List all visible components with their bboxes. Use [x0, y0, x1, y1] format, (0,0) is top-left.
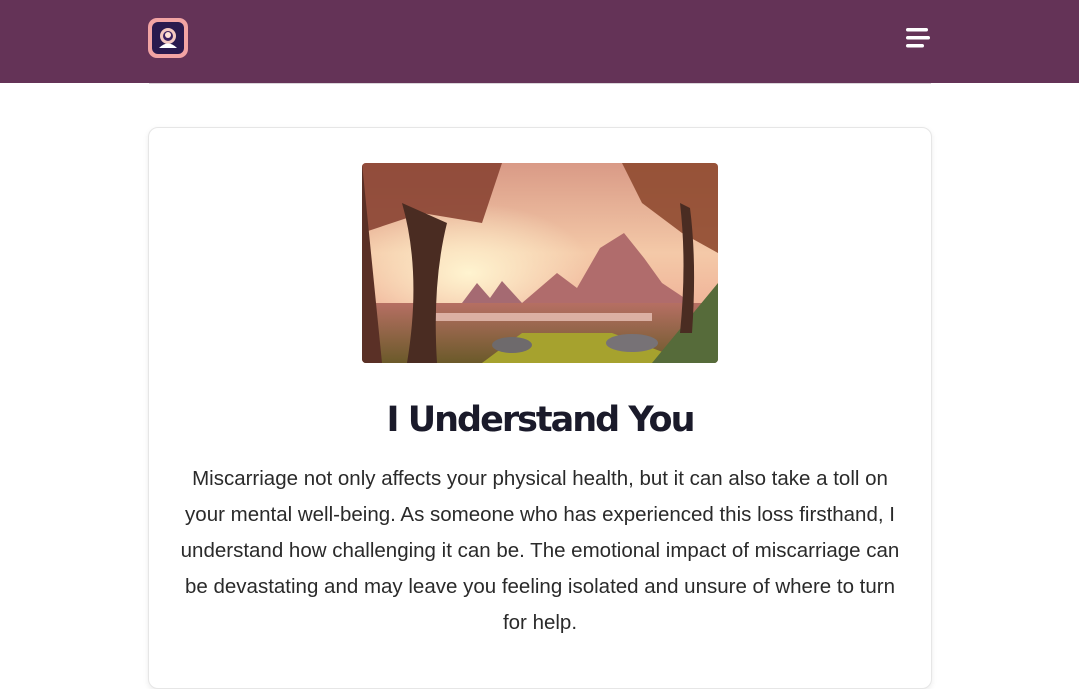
- app-logo-icon: [152, 22, 184, 54]
- site-header: [0, 0, 1079, 83]
- card-title: I Understand You: [386, 400, 695, 440]
- hamburger-menu-icon: [906, 28, 930, 48]
- hamburger-menu-button[interactable]: [900, 24, 934, 52]
- app-logo-button[interactable]: [148, 18, 188, 58]
- content-card: I Understand You Miscarriage not only af…: [148, 127, 932, 689]
- landscape-illustration: [362, 163, 718, 363]
- card-body-text: Miscarriage not only affects your physic…: [180, 467, 900, 634]
- header-divider: [149, 83, 931, 84]
